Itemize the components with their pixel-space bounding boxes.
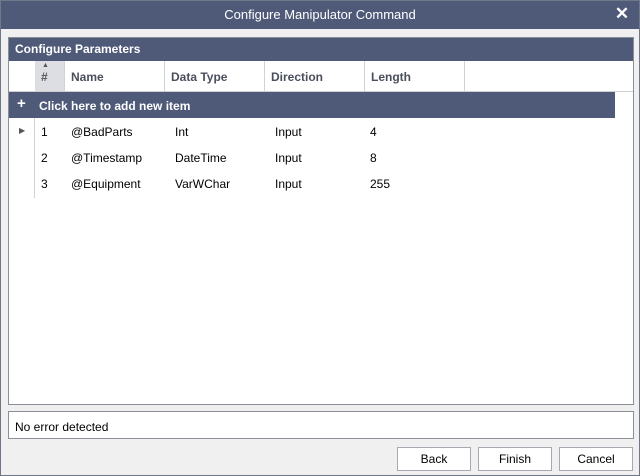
row-name[interactable]: @BadParts [71, 125, 133, 139]
add-new-item-row[interactable]: + Click here to add new item [9, 92, 615, 118]
row-data-type[interactable]: VarWChar [175, 177, 230, 191]
column-header-direction[interactable]: Direction [265, 61, 365, 91]
plus-icon: + [17, 95, 26, 112]
title-bar: Configure Manipulator Command ✕ [1, 1, 639, 29]
row-name[interactable]: @Equipment [71, 177, 141, 191]
row-number: 1 [41, 125, 48, 139]
row-number: 2 [41, 151, 48, 165]
table-row[interactable]: 3 @Equipment VarWChar Input 255 [9, 170, 615, 196]
cancel-button[interactable]: Cancel [559, 447, 633, 471]
status-message: No error detected [8, 411, 634, 439]
row-length[interactable]: 4 [370, 125, 377, 139]
row-direction[interactable]: Input [275, 125, 302, 139]
table-row[interactable]: 2 @Timestamp DateTime Input 8 [9, 144, 615, 170]
row-name[interactable]: @Timestamp [71, 151, 142, 165]
row-direction[interactable]: Input [275, 177, 302, 191]
row-number: 3 [41, 177, 48, 191]
grid-header: ▲ # Name Data Type Direction Length [9, 61, 633, 92]
row-length[interactable]: 8 [370, 151, 377, 165]
current-row-indicator-icon: ▶ [19, 126, 26, 135]
dialog-window: Configure Manipulator Command ✕ Configur… [0, 0, 640, 476]
panel-title: Configure Parameters [9, 38, 633, 61]
table-row[interactable]: ▶ 1 @BadParts Int Input 4 [9, 118, 615, 144]
row-direction[interactable]: Input [275, 151, 302, 165]
column-header-length[interactable]: Length [365, 61, 465, 91]
column-header-number[interactable]: ▲ # [35, 61, 65, 91]
column-header-number-label: # [41, 70, 48, 84]
column-header-data-type[interactable]: Data Type [165, 61, 265, 91]
window-title: Configure Manipulator Command [224, 7, 416, 22]
sort-arrow-icon: ▲ [42, 62, 49, 69]
row-data-type[interactable]: Int [175, 125, 188, 139]
row-data-type[interactable]: DateTime [175, 151, 227, 165]
column-header-name[interactable]: Name [65, 61, 165, 91]
back-button[interactable]: Back [397, 447, 471, 471]
finish-button[interactable]: Finish [478, 447, 552, 471]
close-icon[interactable]: ✕ [613, 5, 631, 23]
parameters-panel: Configure Parameters ▲ # Name Data Type … [8, 37, 634, 405]
add-new-item-label: Click here to add new item [39, 99, 191, 113]
row-length[interactable]: 255 [370, 177, 390, 191]
